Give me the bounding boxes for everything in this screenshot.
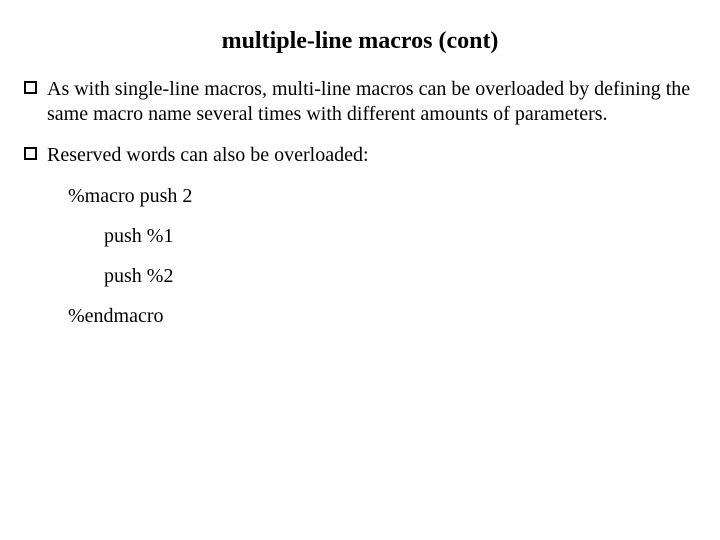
square-bullet-icon (24, 81, 37, 94)
bullet-list: As with single-line macros, multi-line m… (24, 77, 696, 168)
square-bullet-icon (24, 147, 37, 160)
bullet-text: As with single-line macros, multi-line m… (47, 77, 696, 127)
code-line: %endmacro (68, 304, 696, 328)
code-line: push %1 (104, 224, 696, 248)
code-line: %macro push 2 (68, 184, 696, 208)
slide-title: multiple-line macros (cont) (24, 28, 696, 55)
slide: multiple-line macros (cont) As with sing… (0, 0, 720, 540)
bullet-text: Reserved words can also be overloaded: (47, 143, 369, 168)
list-item: As with single-line macros, multi-line m… (24, 77, 696, 127)
code-block: %macro push 2 push %1 push %2 %endmacro (68, 184, 696, 328)
list-item: Reserved words can also be overloaded: (24, 143, 696, 168)
code-line: push %2 (104, 264, 696, 288)
